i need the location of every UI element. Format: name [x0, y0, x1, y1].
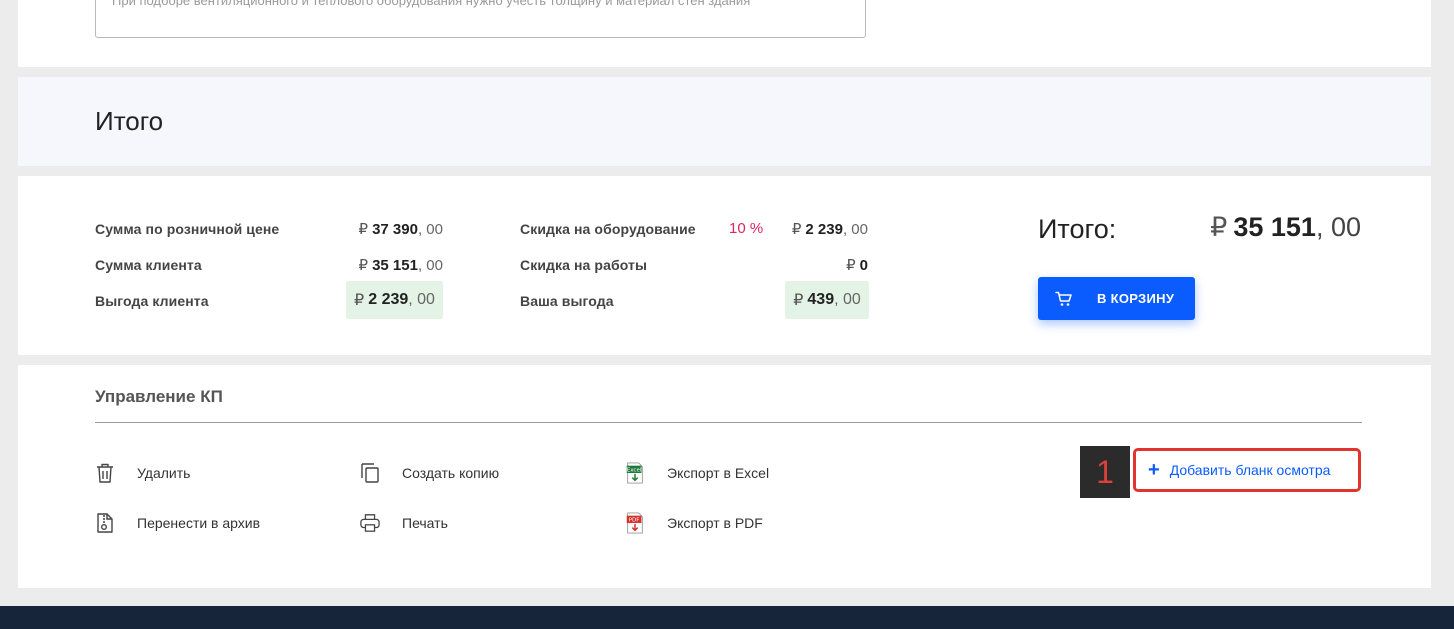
pdf-icon: PDF	[626, 512, 643, 534]
notes-textarea[interactable]: При подборе вентиляционного и теплового …	[95, 0, 866, 38]
copy-label: Создать копию	[402, 465, 500, 481]
excel-icon-text: Excel	[627, 468, 642, 474]
add-to-cart-label: В КОРЗИНУ	[1097, 291, 1175, 306]
print-action[interactable]: Печать	[360, 512, 448, 534]
work-discount-label: Скидка на работы	[520, 257, 648, 273]
pdf-icon-text: PDF	[629, 518, 640, 524]
itogo-header: Итого	[18, 77, 1431, 166]
print-label: Печать	[402, 515, 448, 531]
add-to-cart-button[interactable]: В КОРЗИНУ	[1038, 277, 1195, 320]
add-inspection-form-label: Добавить бланк осмотра	[1169, 462, 1331, 478]
your-benefit-label: Ваша выгода	[520, 293, 614, 309]
manage-title: Управление КП	[95, 387, 223, 406]
equipment-discount-label: Скидка на оборудование	[520, 221, 696, 237]
trash-icon	[97, 463, 113, 483]
delete-label: Удалить	[137, 465, 191, 481]
equipment-discount-percent: 10 %	[729, 220, 764, 237]
excel-icon: Excel	[626, 462, 643, 484]
retail-sum-label: Сумма по розничной цене	[95, 221, 280, 237]
summary-card: Сумма по розничной цене ₽37 390, 00 Сумм…	[18, 176, 1431, 355]
work-discount-value: ₽0	[846, 257, 868, 274]
your-benefit-value: ₽439, 00	[785, 281, 869, 319]
equipment-discount-value: ₽2 239, 00	[791, 221, 868, 238]
notes-card: При подборе вентиляционного и теплового …	[18, 0, 1431, 67]
export-excel-action[interactable]: Excel Экспорт в Excel	[625, 462, 769, 484]
delete-action[interactable]: Удалить	[95, 462, 190, 484]
retail-sum-value: ₽37 390, 00	[358, 221, 443, 238]
export-pdf-action[interactable]: PDF Экспорт в PDF	[625, 512, 763, 534]
archive-label: Перенести в архив	[137, 515, 261, 531]
client-sum-value: ₽35 151, 00	[358, 257, 443, 274]
client-benefit-value: ₽2 239, 00	[346, 281, 443, 319]
add-inspection-form-button[interactable]: + Добавить бланк осмотра	[1133, 448, 1361, 492]
manage-divider	[95, 422, 1362, 423]
notes-hint: При подборе вентиляционного и теплового …	[112, 0, 751, 8]
client-benefit-label: Выгода клиента	[95, 293, 209, 309]
archive-action[interactable]: Перенести в архив	[95, 512, 260, 534]
total-label: Итого:	[1038, 214, 1117, 244]
cart-icon	[1055, 291, 1072, 306]
step-badge: 1	[1080, 446, 1130, 498]
footer-bar	[0, 606, 1454, 629]
export-pdf-label: Экспорт в PDF	[667, 515, 763, 531]
total-value: ₽35 151, 00	[1210, 212, 1361, 242]
printer-icon	[360, 514, 380, 532]
copy-icon	[361, 463, 379, 483]
plus-icon: +	[1148, 458, 1160, 481]
section-title: Итого	[95, 106, 164, 136]
client-sum-label: Сумма клиента	[95, 257, 202, 273]
copy-action[interactable]: Создать копию	[360, 462, 499, 484]
export-excel-label: Экспорт в Excel	[667, 465, 770, 481]
manage-card: Управление КП Удалить Перенести в архив …	[18, 365, 1431, 588]
archive-icon	[97, 513, 113, 533]
